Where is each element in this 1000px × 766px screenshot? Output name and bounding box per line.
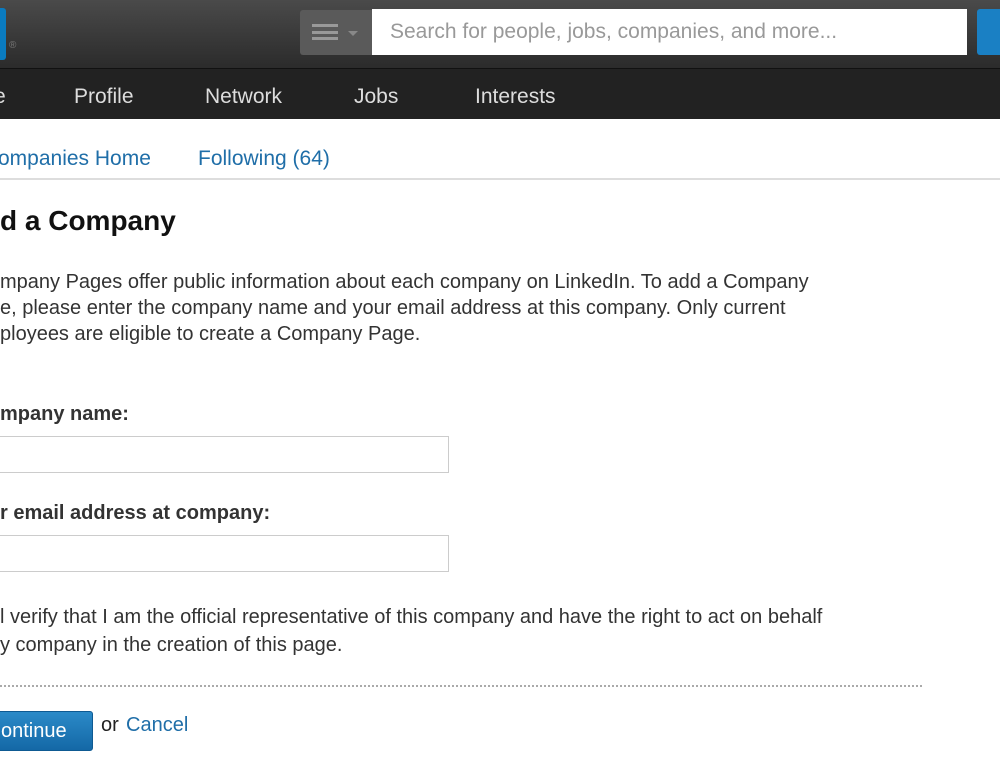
company-name-input[interactable] xyxy=(0,436,449,473)
continue-button[interactable]: ontinue xyxy=(0,711,93,751)
main-nav: e Profile Network Jobs Interests xyxy=(0,68,1000,119)
verify-text: l verify that I am the official represen… xyxy=(0,606,823,628)
companies-home-link[interactable]: ompanies Home xyxy=(0,147,151,171)
nav-profile[interactable]: Profile xyxy=(74,85,134,109)
page-title: d a Company xyxy=(0,205,176,236)
search-button[interactable] xyxy=(977,9,1000,55)
following-link[interactable]: Following (64) xyxy=(198,147,330,171)
registered-mark: ® xyxy=(9,40,17,51)
or-text: or xyxy=(101,714,119,736)
nav-network[interactable]: Network xyxy=(205,85,282,109)
cancel-link[interactable]: Cancel xyxy=(126,714,188,737)
top-bar: ® xyxy=(0,0,1000,68)
intro-line: ployees are eligible to create a Company… xyxy=(0,323,421,345)
nav-home[interactable]: e xyxy=(0,85,6,109)
intro-line: e, please enter the company name and you… xyxy=(0,297,786,319)
menu-icon xyxy=(312,24,338,40)
chevron-down-icon xyxy=(348,31,358,41)
linkedin-logo[interactable] xyxy=(0,8,6,60)
sub-nav: ompanies Home Following (64) xyxy=(0,118,1000,180)
divider xyxy=(0,685,922,687)
search-category-button[interactable] xyxy=(300,10,372,55)
search-input[interactable] xyxy=(372,9,967,55)
intro-line: mpany Pages offer public information abo… xyxy=(0,271,809,293)
email-input[interactable] xyxy=(0,535,449,572)
company-name-label: mpany name: xyxy=(0,403,129,425)
email-label: r email address at company: xyxy=(0,502,271,524)
nav-jobs[interactable]: Jobs xyxy=(354,85,398,109)
verify-text: y company in the creation of this page. xyxy=(0,634,343,656)
nav-interests[interactable]: Interests xyxy=(475,85,556,109)
